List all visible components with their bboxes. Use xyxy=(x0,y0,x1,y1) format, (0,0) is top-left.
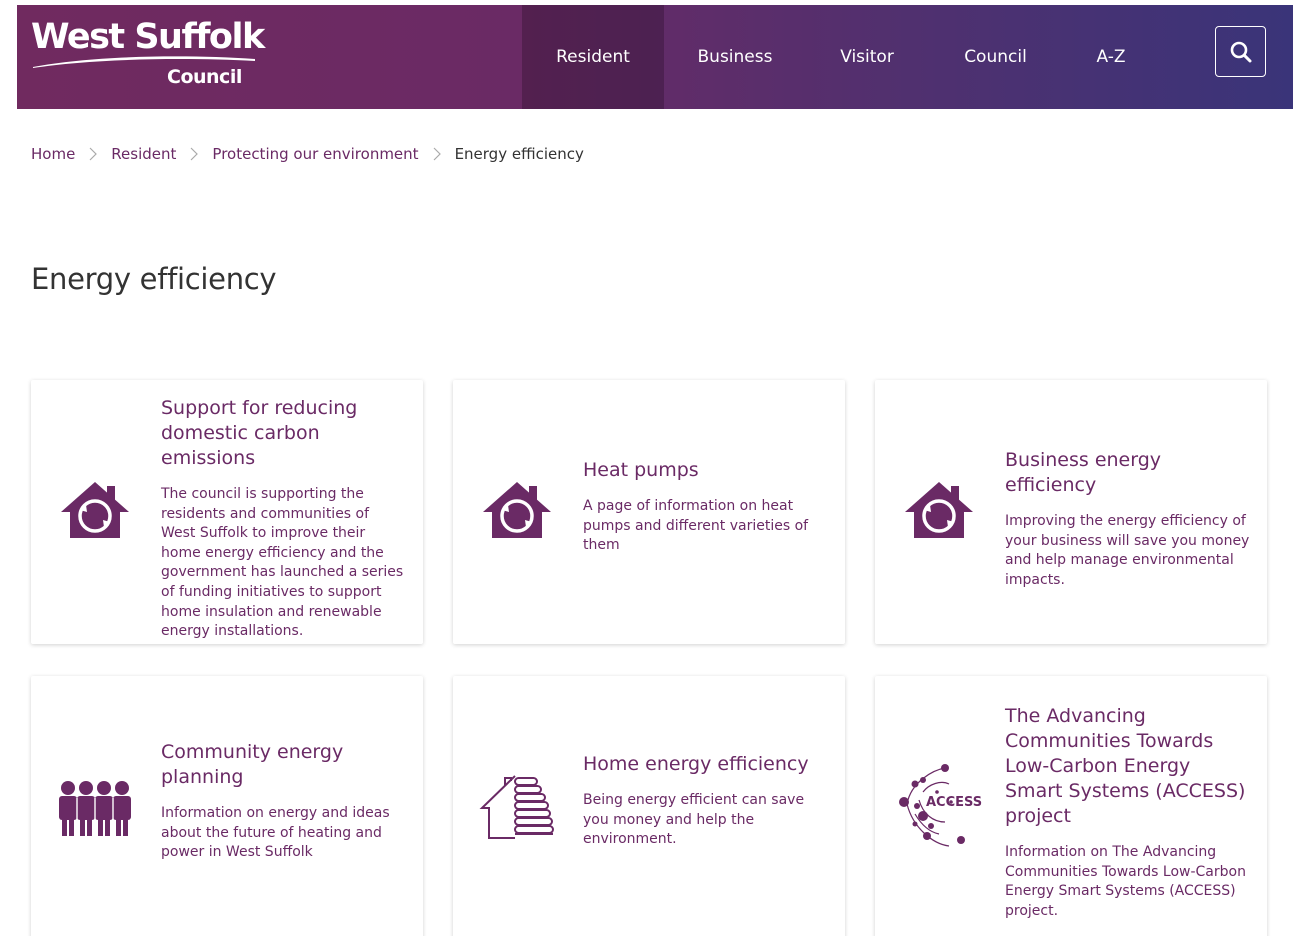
card-description: Information on The Advancing Communities… xyxy=(1005,844,1246,919)
card-description: A page of information on heat pumps and … xyxy=(583,498,809,554)
search-button[interactable] xyxy=(1215,26,1266,77)
card-description: Improving the energy efficiency of your … xyxy=(1005,513,1250,588)
nav-council[interactable]: Council xyxy=(928,5,1063,109)
west-suffolk-logo[interactable]: West Suffolk Council xyxy=(31,17,265,97)
card-heat-pumps[interactable]: Heat pumps A page of information on heat… xyxy=(453,380,845,644)
house-recycle-icon xyxy=(61,482,129,538)
card-support-carbon[interactable]: Support for reducing domestic carbon emi… xyxy=(31,380,423,644)
card-home-energy[interactable]: Home energy efficiency Being energy effi… xyxy=(453,676,845,936)
card-title[interactable]: Home energy efficiency xyxy=(583,752,829,777)
card-access-project[interactable]: ACCESS The Advancing Communities Towards… xyxy=(875,676,1267,936)
nav-label: Visitor xyxy=(840,47,894,67)
card-title[interactable]: Support for reducing domestic carbon emi… xyxy=(161,396,407,471)
card-community-energy[interactable]: Community energy planning Information on… xyxy=(31,676,423,936)
breadcrumb-protecting-environment[interactable]: Protecting our environment xyxy=(212,145,418,163)
nav-business[interactable]: Business xyxy=(664,5,806,109)
card-description: Information on energy and ideas about th… xyxy=(161,805,390,861)
breadcrumb-resident[interactable]: Resident xyxy=(111,145,176,163)
card-title[interactable]: Business energy efficiency xyxy=(1005,448,1251,498)
breadcrumb-current: Energy efficiency xyxy=(454,145,584,163)
breadcrumb: Home Resident Protecting our environment… xyxy=(31,144,584,164)
card-title[interactable]: Community energy planning xyxy=(161,740,407,790)
chevron-right-icon xyxy=(419,147,455,161)
logo-line2: Council xyxy=(167,66,242,88)
house-radiator-icon xyxy=(479,775,554,839)
nav-label: A-Z xyxy=(1096,47,1126,67)
card-title[interactable]: The Advancing Communities Towards Low-Ca… xyxy=(1005,704,1251,829)
nav-visitor[interactable]: Visitor xyxy=(806,5,928,109)
nav-label: Business xyxy=(697,47,773,67)
site-header: West Suffolk Council Resident Business V… xyxy=(17,5,1293,109)
nav-resident[interactable]: Resident xyxy=(522,5,664,109)
nav-a-z[interactable]: A-Z xyxy=(1063,5,1159,109)
people-group-icon xyxy=(59,781,131,836)
access-logo-text: ACCESS xyxy=(926,795,982,810)
page-title: Energy efficiency xyxy=(31,262,277,296)
card-description: Being energy efficient can save you mone… xyxy=(583,792,805,848)
house-recycle-icon xyxy=(483,482,551,538)
card-title[interactable]: Heat pumps xyxy=(583,458,829,483)
chevron-right-icon xyxy=(75,147,111,161)
chevron-right-icon xyxy=(176,147,212,161)
breadcrumb-home[interactable]: Home xyxy=(31,145,75,163)
logo-line1: West Suffolk xyxy=(31,17,265,57)
nav-label: Resident xyxy=(556,47,630,67)
card-business-energy[interactable]: Business energy efficiency Improving the… xyxy=(875,380,1267,644)
house-recycle-icon xyxy=(905,482,973,538)
card-description: The council is supporting the residents … xyxy=(161,486,404,640)
access-logo-icon: ACCESS xyxy=(899,764,982,847)
search-icon xyxy=(1230,41,1251,62)
nav-label: Council xyxy=(964,47,1027,67)
